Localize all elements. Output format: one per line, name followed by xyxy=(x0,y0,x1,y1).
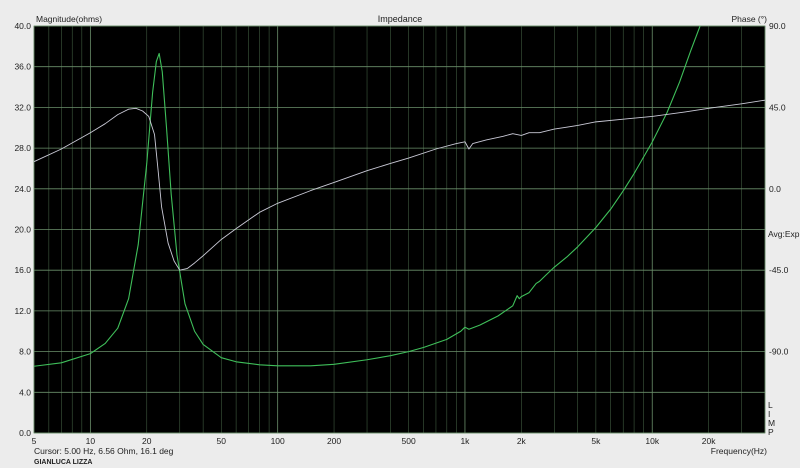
x-tick-label: 5 xyxy=(32,436,37,446)
y-left-tick-label: 32.0 xyxy=(14,102,31,112)
y-left-tick-label: 36.0 xyxy=(14,62,31,72)
left-axis-label: Magnitude(ohms) xyxy=(36,14,102,24)
x-axis-label: Frequency(Hz) xyxy=(711,446,767,456)
x-tick-label: 1k xyxy=(460,436,470,446)
avg-annotation: Avg:Exp xyxy=(768,229,800,239)
x-tick-label: 10k xyxy=(645,436,659,446)
impedance-chart: 0.0 4.0 8.0 12.0 16.0 20.0 24.0 28.0 32.0 36.0 40.… xyxy=(14,14,800,466)
x-tick-label: 500 xyxy=(401,436,415,446)
y-left-tick-label: 20.0 xyxy=(14,225,31,235)
y-right-tick-label: -45.0 xyxy=(769,265,789,275)
y-left-tick-label: 4.0 xyxy=(19,387,31,397)
y-right-tick-label: 0.0 xyxy=(769,184,781,194)
x-tick-label: 200 xyxy=(327,436,341,446)
cursor-readout: Cursor: 5.00 Hz, 6.56 Ohm, 16.1 deg xyxy=(34,446,174,456)
x-tick-label: 20 xyxy=(142,436,152,446)
y-right-tick-label: -90.0 xyxy=(769,347,789,357)
y-right-tick-label: 90.0 xyxy=(769,21,786,31)
x-tick-label: 5k xyxy=(591,436,601,446)
x-tick-label: 50 xyxy=(217,436,227,446)
right-letter-p: P xyxy=(768,427,774,437)
y-left-tick-label: 24.0 xyxy=(14,184,31,194)
x-tick-label: 2k xyxy=(517,436,527,446)
x-tick-label: 10 xyxy=(86,436,96,446)
y-left-tick-label: 40.0 xyxy=(14,21,31,31)
y-right-tick-label: 45.0 xyxy=(769,102,786,112)
chart-title: Impedance xyxy=(378,14,423,24)
y-left-tick-label: 12.0 xyxy=(14,306,31,316)
x-tick-label: 100 xyxy=(271,436,285,446)
y-left-tick-label: 28.0 xyxy=(14,143,31,153)
y-left-tick-label: 0.0 xyxy=(19,428,31,438)
credit-label: GIANLUCA LIZZA xyxy=(34,459,92,466)
right-axis-label: Phase (°) xyxy=(731,14,767,24)
x-tick-label: 20k xyxy=(702,436,716,446)
y-left-tick-label: 16.0 xyxy=(14,265,31,275)
y-left-tick-label: 8.0 xyxy=(19,347,31,357)
